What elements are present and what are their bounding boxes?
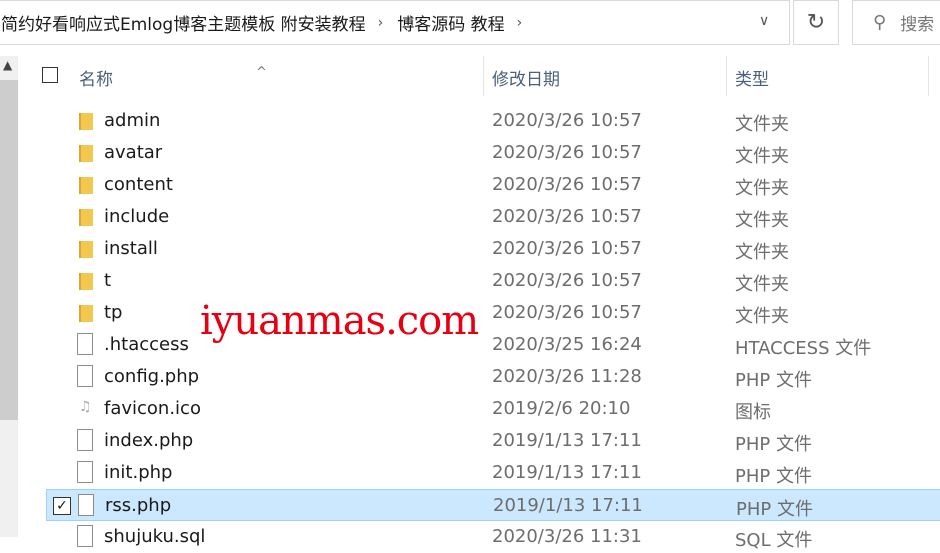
breadcrumb-item[interactable]: 简约好看响应式Emlog博客主题模板 附安装教程 [1, 10, 366, 35]
file-row[interactable]: index.php 2019/1/13 17:11 PHP 文件 [46, 425, 940, 457]
file-date: 2020/3/26 10:57 [492, 110, 642, 131]
sort-ascending-icon: ^ [256, 65, 267, 80]
file-name: config.php [104, 366, 200, 387]
file-date: 2020/3/26 10:57 [492, 270, 642, 291]
file-date: 2020/3/25 16:24 [492, 334, 642, 355]
scroll-up-icon[interactable]: ▲ [3, 58, 12, 72]
file-name: admin [104, 110, 161, 131]
search-input[interactable]: ⚲ 搜索 [852, 0, 940, 45]
file-row[interactable]: init.php 2019/1/13 17:11 PHP 文件 [46, 457, 940, 489]
chevron-right-icon[interactable]: › [378, 15, 384, 31]
column-header: ^ 名称 修改日期 类型 [30, 56, 940, 96]
scrollbar[interactable]: ▲ [0, 56, 18, 537]
folder-icon [79, 305, 93, 322]
file-type: PHP 文件 [735, 466, 812, 487]
scrollbar-thumb[interactable] [0, 80, 18, 420]
file-type: HTACCESS 文件 [735, 338, 872, 359]
file-row[interactable]: .htaccess 2020/3/25 16:24 HTACCESS 文件 [46, 329, 940, 361]
file-icon [77, 365, 93, 387]
file-name: tp [104, 302, 123, 323]
column-date[interactable]: 修改日期 [492, 65, 560, 90]
column-divider[interactable] [726, 56, 727, 96]
column-type[interactable]: 类型 [735, 65, 769, 90]
file-row[interactable]: t 2020/3/26 10:57 文件夹 [46, 265, 940, 297]
file-type: 文件夹 [735, 178, 789, 199]
file-type: PHP 文件 [735, 370, 812, 391]
address-bar[interactable]: 简约好看响应式Emlog博客主题模板 附安装教程 › 博客源码 教程 › ∨ [0, 0, 790, 45]
column-name[interactable]: 名称 [79, 65, 113, 90]
file-date: 2019/1/13 17:11 [492, 462, 642, 483]
file-type: 文件夹 [735, 146, 789, 167]
file-type: PHP 文件 [735, 434, 812, 455]
chevron-right-icon[interactable]: › [517, 15, 523, 31]
file-row[interactable]: content 2020/3/26 10:57 文件夹 [46, 169, 940, 201]
file-icon [77, 525, 93, 547]
file-type: PHP 文件 [736, 499, 813, 520]
breadcrumb-item[interactable]: 博客源码 教程 [397, 10, 504, 35]
folder-icon [79, 209, 93, 226]
file-name: t [104, 270, 112, 291]
file-row[interactable]: ✓ rss.php 2019/1/13 17:11 PHP 文件 [46, 489, 940, 521]
file-date: 2019/1/13 17:11 [493, 495, 643, 516]
search-placeholder: 搜索 [900, 15, 935, 35]
column-divider[interactable] [928, 56, 929, 96]
file-name: .htaccess [104, 334, 189, 355]
search-icon: ⚲ [873, 12, 887, 33]
file-icon [77, 333, 93, 355]
file-date: 2020/3/26 11:28 [492, 366, 642, 387]
file-date: 2020/3/26 10:57 [492, 142, 642, 163]
file-name: index.php [104, 430, 194, 451]
watermark: iyuanmas.com [200, 298, 479, 344]
row-checkbox[interactable]: ✓ [53, 497, 71, 515]
file-icon [77, 429, 93, 451]
file-type: 文件夹 [735, 274, 789, 295]
folder-icon [79, 145, 93, 162]
file-row[interactable]: install 2020/3/26 10:57 文件夹 [46, 233, 940, 265]
file-row[interactable]: ♫ favicon.ico 2019/2/6 20:10 图标 [46, 393, 940, 425]
file-name: install [104, 238, 158, 259]
file-row[interactable]: config.php 2020/3/26 11:28 PHP 文件 [46, 361, 940, 393]
folder-icon [79, 177, 93, 194]
file-icon [78, 494, 94, 516]
file-date: 2020/3/26 10:57 [492, 302, 642, 323]
chevron-down-icon[interactable]: ∨ [759, 13, 769, 29]
file-row[interactable]: include 2020/3/26 10:57 文件夹 [46, 201, 940, 233]
refresh-button[interactable]: ↻ [793, 0, 839, 45]
file-date: 2020/3/26 10:57 [492, 238, 642, 259]
file-name: include [104, 206, 170, 227]
file-name: favicon.ico [104, 398, 201, 419]
refresh-icon: ↻ [806, 10, 826, 35]
column-divider[interactable] [483, 56, 484, 96]
file-row[interactable]: avatar 2020/3/26 10:57 文件夹 [46, 137, 940, 169]
file-type: 文件夹 [735, 210, 789, 231]
file-name: rss.php [105, 495, 172, 516]
file-name: avatar [104, 142, 163, 163]
file-date: 2020/3/26 10:57 [492, 206, 642, 227]
file-date: 2020/3/26 10:57 [492, 174, 642, 195]
folder-icon [79, 113, 93, 130]
file-row[interactable]: tp 2020/3/26 10:57 文件夹 [46, 297, 940, 329]
file-name: init.php [104, 462, 173, 483]
file-date: 2019/1/13 17:11 [492, 430, 642, 451]
file-type: 文件夹 [735, 114, 789, 135]
file-type: 图标 [735, 402, 771, 423]
select-all-checkbox[interactable] [42, 67, 58, 83]
file-date: 2019/2/6 20:10 [492, 398, 631, 419]
file-type: 文件夹 [735, 242, 789, 263]
file-name: content [104, 174, 173, 195]
file-row[interactable]: shujuku.sql 2020/3/26 11:31 SQL 文件 [46, 521, 940, 553]
folder-icon [79, 273, 93, 290]
image-file-icon: ♫ [79, 399, 92, 415]
file-icon [77, 461, 93, 483]
file-type: SQL 文件 [735, 530, 813, 551]
folder-icon [79, 241, 93, 258]
file-row[interactable]: admin 2020/3/26 10:57 文件夹 [46, 105, 940, 137]
file-type: 文件夹 [735, 306, 789, 327]
